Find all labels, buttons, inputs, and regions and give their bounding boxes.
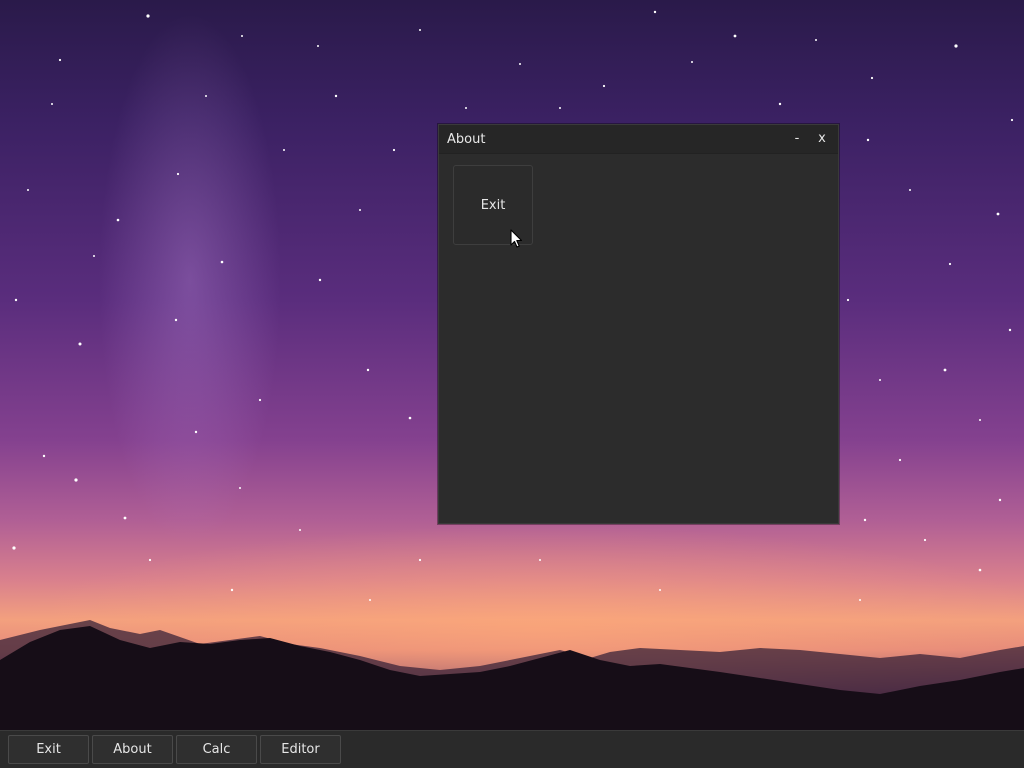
taskbar: Exit About Calc Editor	[0, 730, 1024, 768]
taskbar-item-exit[interactable]: Exit	[8, 735, 89, 764]
arrow-cursor-icon	[510, 229, 523, 248]
taskbar-item-about[interactable]: About	[92, 735, 173, 764]
taskbar-item-calc[interactable]: Calc	[176, 735, 257, 764]
minimize-button[interactable]: -	[788, 130, 806, 148]
mountain-silhouette	[0, 620, 1024, 730]
about-window[interactable]: About - x Exit	[438, 124, 839, 524]
taskbar-item-editor[interactable]: Editor	[260, 735, 341, 764]
window-title: About	[447, 132, 486, 147]
close-button[interactable]: x	[813, 130, 831, 148]
window-titlebar[interactable]: About - x	[439, 125, 838, 154]
